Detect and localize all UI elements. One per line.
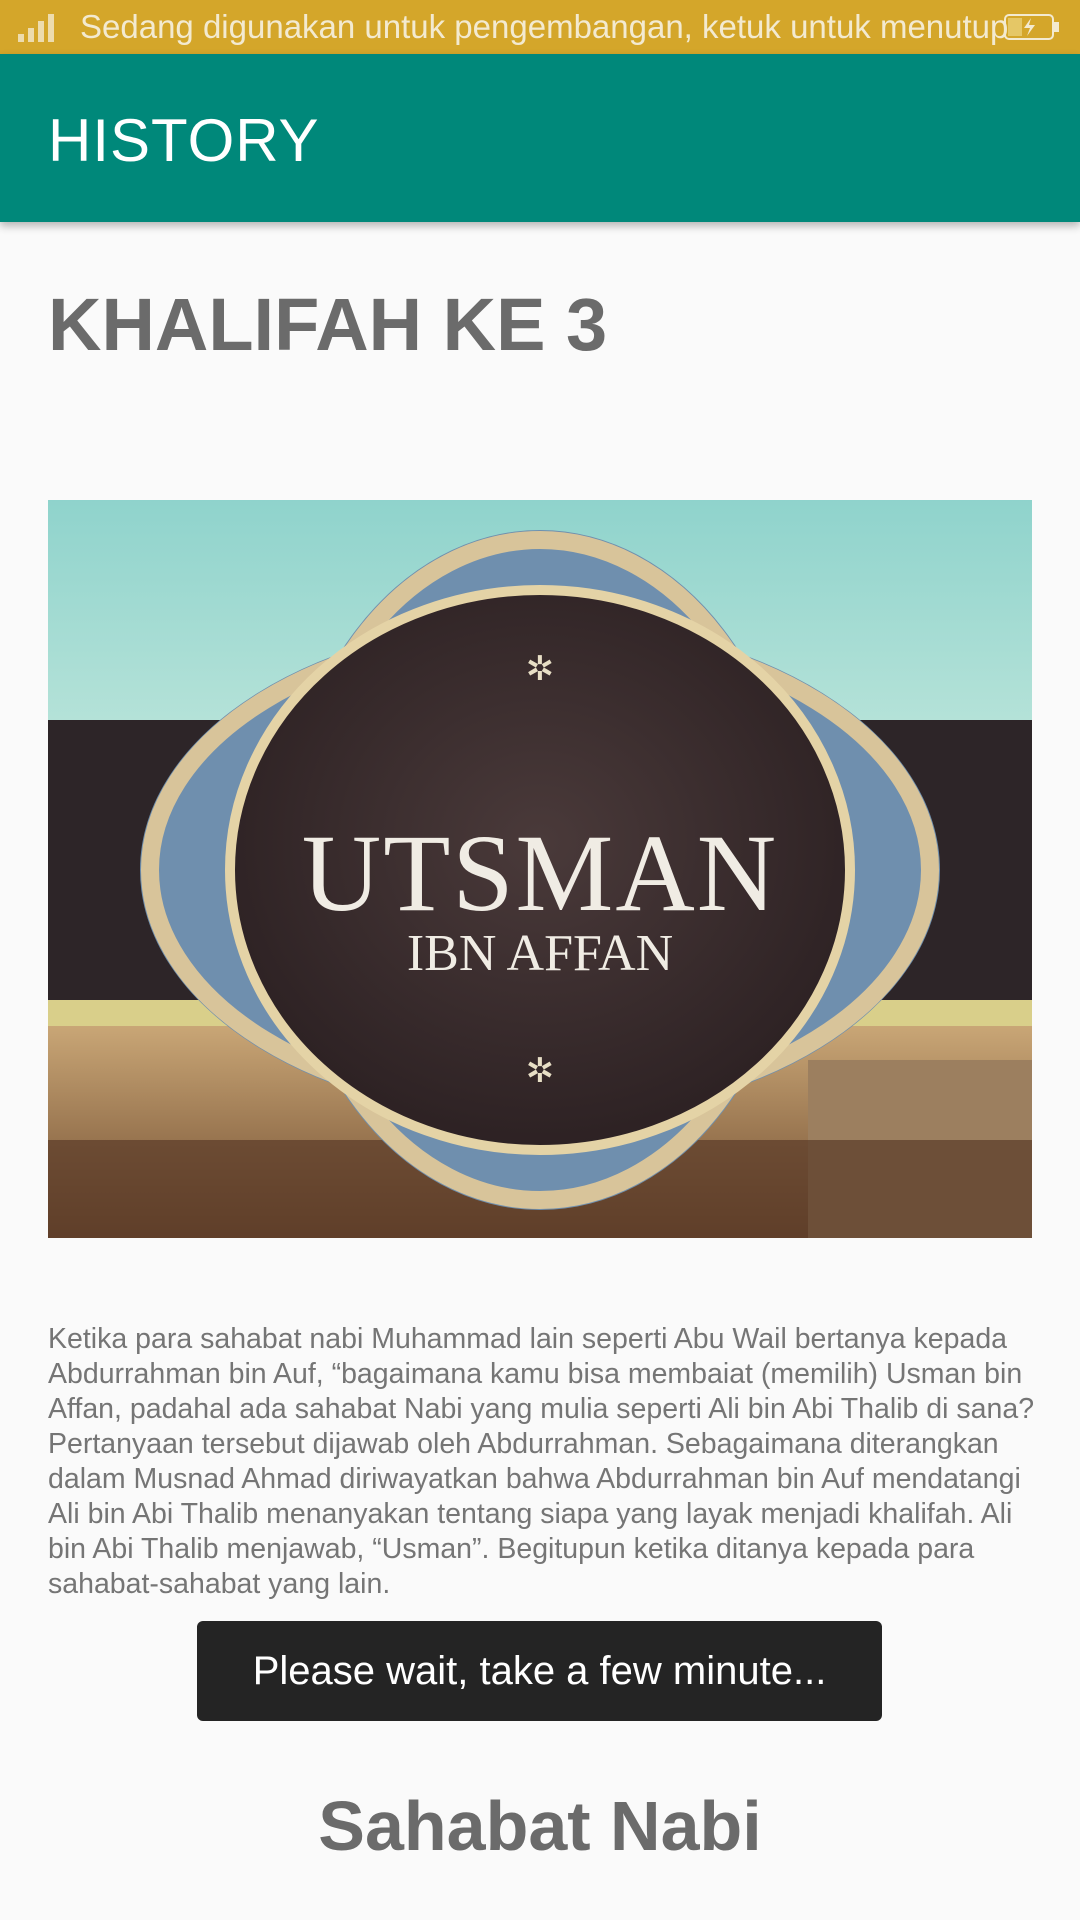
utsman-illustration: ✲ ✲ UTSMAN IBN AFFAN	[48, 500, 1032, 1238]
svg-text:✲: ✲	[526, 1051, 555, 1091]
image-subtitle: IBN AFFAN	[407, 925, 673, 982]
app-bar: HISTORY	[0, 54, 1080, 222]
app-title: HISTORY	[48, 107, 320, 174]
status-bar: Sedang digunakan untuk pengembangan, ket…	[0, 0, 1080, 54]
section-title: Sahabat Nabi	[318, 1787, 762, 1865]
utsman-illustration-art: ✲ ✲ UTSMAN IBN AFFAN	[48, 500, 1032, 1238]
loading-toast: Please wait, take a few minute...	[197, 1621, 882, 1721]
status-notification[interactable]: Sedang digunakan untuk pengembangan, ket…	[80, 8, 1008, 46]
toast-message: Please wait, take a few minute...	[252, 1648, 827, 1693]
svg-text:✲: ✲	[526, 649, 555, 689]
article-body: Ketika para sahabat nabi Muhammad lain s…	[48, 1323, 1035, 1600]
battery-icon	[1004, 14, 1059, 40]
image-title: UTSMAN	[302, 812, 779, 934]
page-heading: KHALIFAH KE 3	[48, 283, 608, 366]
signal-icon	[18, 14, 54, 42]
